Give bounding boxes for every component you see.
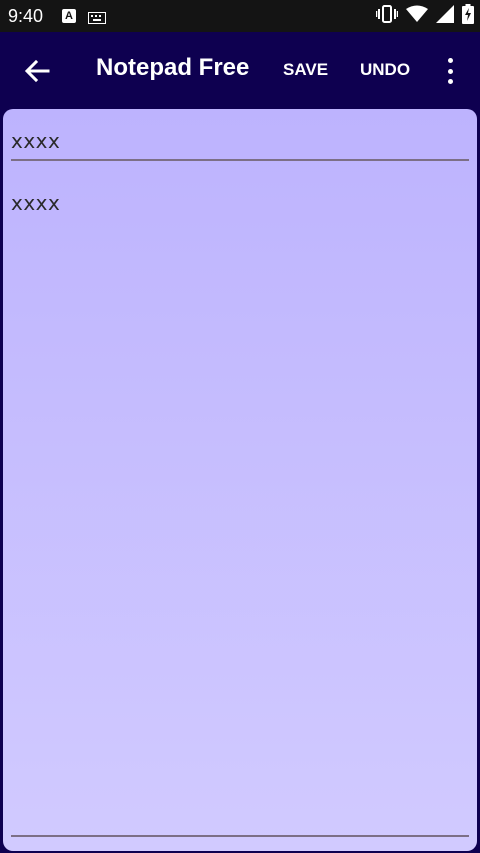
- app-title: Notepad Free: [96, 54, 250, 81]
- more-vert-icon[interactable]: [440, 56, 460, 86]
- a-notification-icon: A: [62, 9, 76, 23]
- wifi-icon: [406, 5, 428, 28]
- note-body-field[interactable]: xxxx: [11, 191, 469, 215]
- body-underline-divider: [11, 835, 469, 837]
- undo-button[interactable]: UNDO: [360, 60, 410, 80]
- signal-icon: [436, 4, 454, 28]
- title-underline-divider: [11, 159, 469, 161]
- battery-icon: [462, 3, 474, 29]
- save-button[interactable]: SAVE: [283, 60, 328, 80]
- vibrate-icon: [375, 4, 399, 28]
- back-button[interactable]: [20, 54, 54, 88]
- keyboard-icon: [88, 11, 106, 29]
- status-time: 9:40: [8, 6, 44, 26]
- app-bar: Notepad Free SAVE UNDO: [0, 32, 480, 108]
- status-bar: 9:40 A: [0, 0, 480, 32]
- note-title-field[interactable]: xxxx: [11, 129, 469, 153]
- note-editor-panel: xxxx xxxx: [3, 109, 477, 851]
- arrow-back-icon: [24, 59, 50, 83]
